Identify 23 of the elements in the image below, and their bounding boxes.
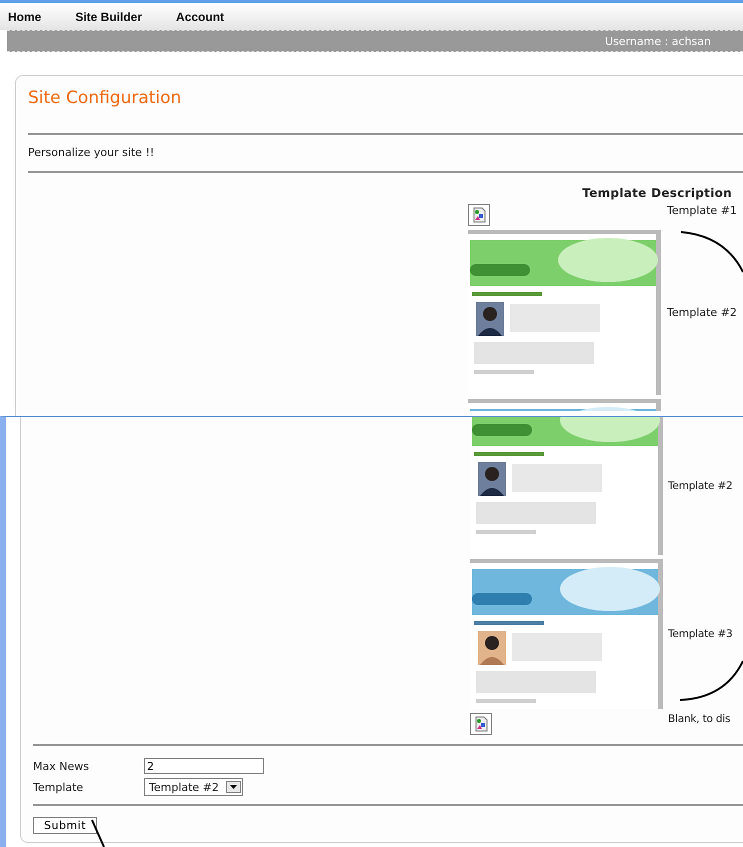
template-label: Template #1	[667, 204, 737, 217]
field-label: Template	[33, 780, 84, 794]
column-heading: Template Description	[582, 186, 732, 200]
template-label: Blank, to dis	[668, 713, 730, 725]
caret-icon	[226, 781, 241, 793]
image-placeholder-icon	[468, 204, 490, 226]
intro-text: Personalize your site !!	[28, 145, 156, 161]
template-dropdown[interactable]: Template #2	[144, 778, 243, 796]
input-field[interactable]: 2	[144, 758, 264, 774]
annotation-curve	[680, 660, 743, 701]
image-placeholder-icon	[470, 713, 492, 735]
nav-link[interactable]: Home	[8, 10, 42, 24]
nav-link[interactable]: Site Builder	[75, 10, 142, 24]
template-label: Template #2	[668, 480, 733, 492]
field-label: Max News	[33, 760, 89, 772]
template-label: Template #3	[668, 628, 733, 640]
page-title: Site Configuration	[28, 88, 182, 110]
username-text: Username : achsan	[605, 34, 711, 48]
annotation-line	[91, 820, 105, 847]
template-label: Template #2	[667, 306, 737, 319]
annotation-curve	[680, 231, 743, 272]
nav-link[interactable]: Account	[176, 10, 224, 24]
submit-button[interactable]: Submit	[33, 817, 98, 834]
